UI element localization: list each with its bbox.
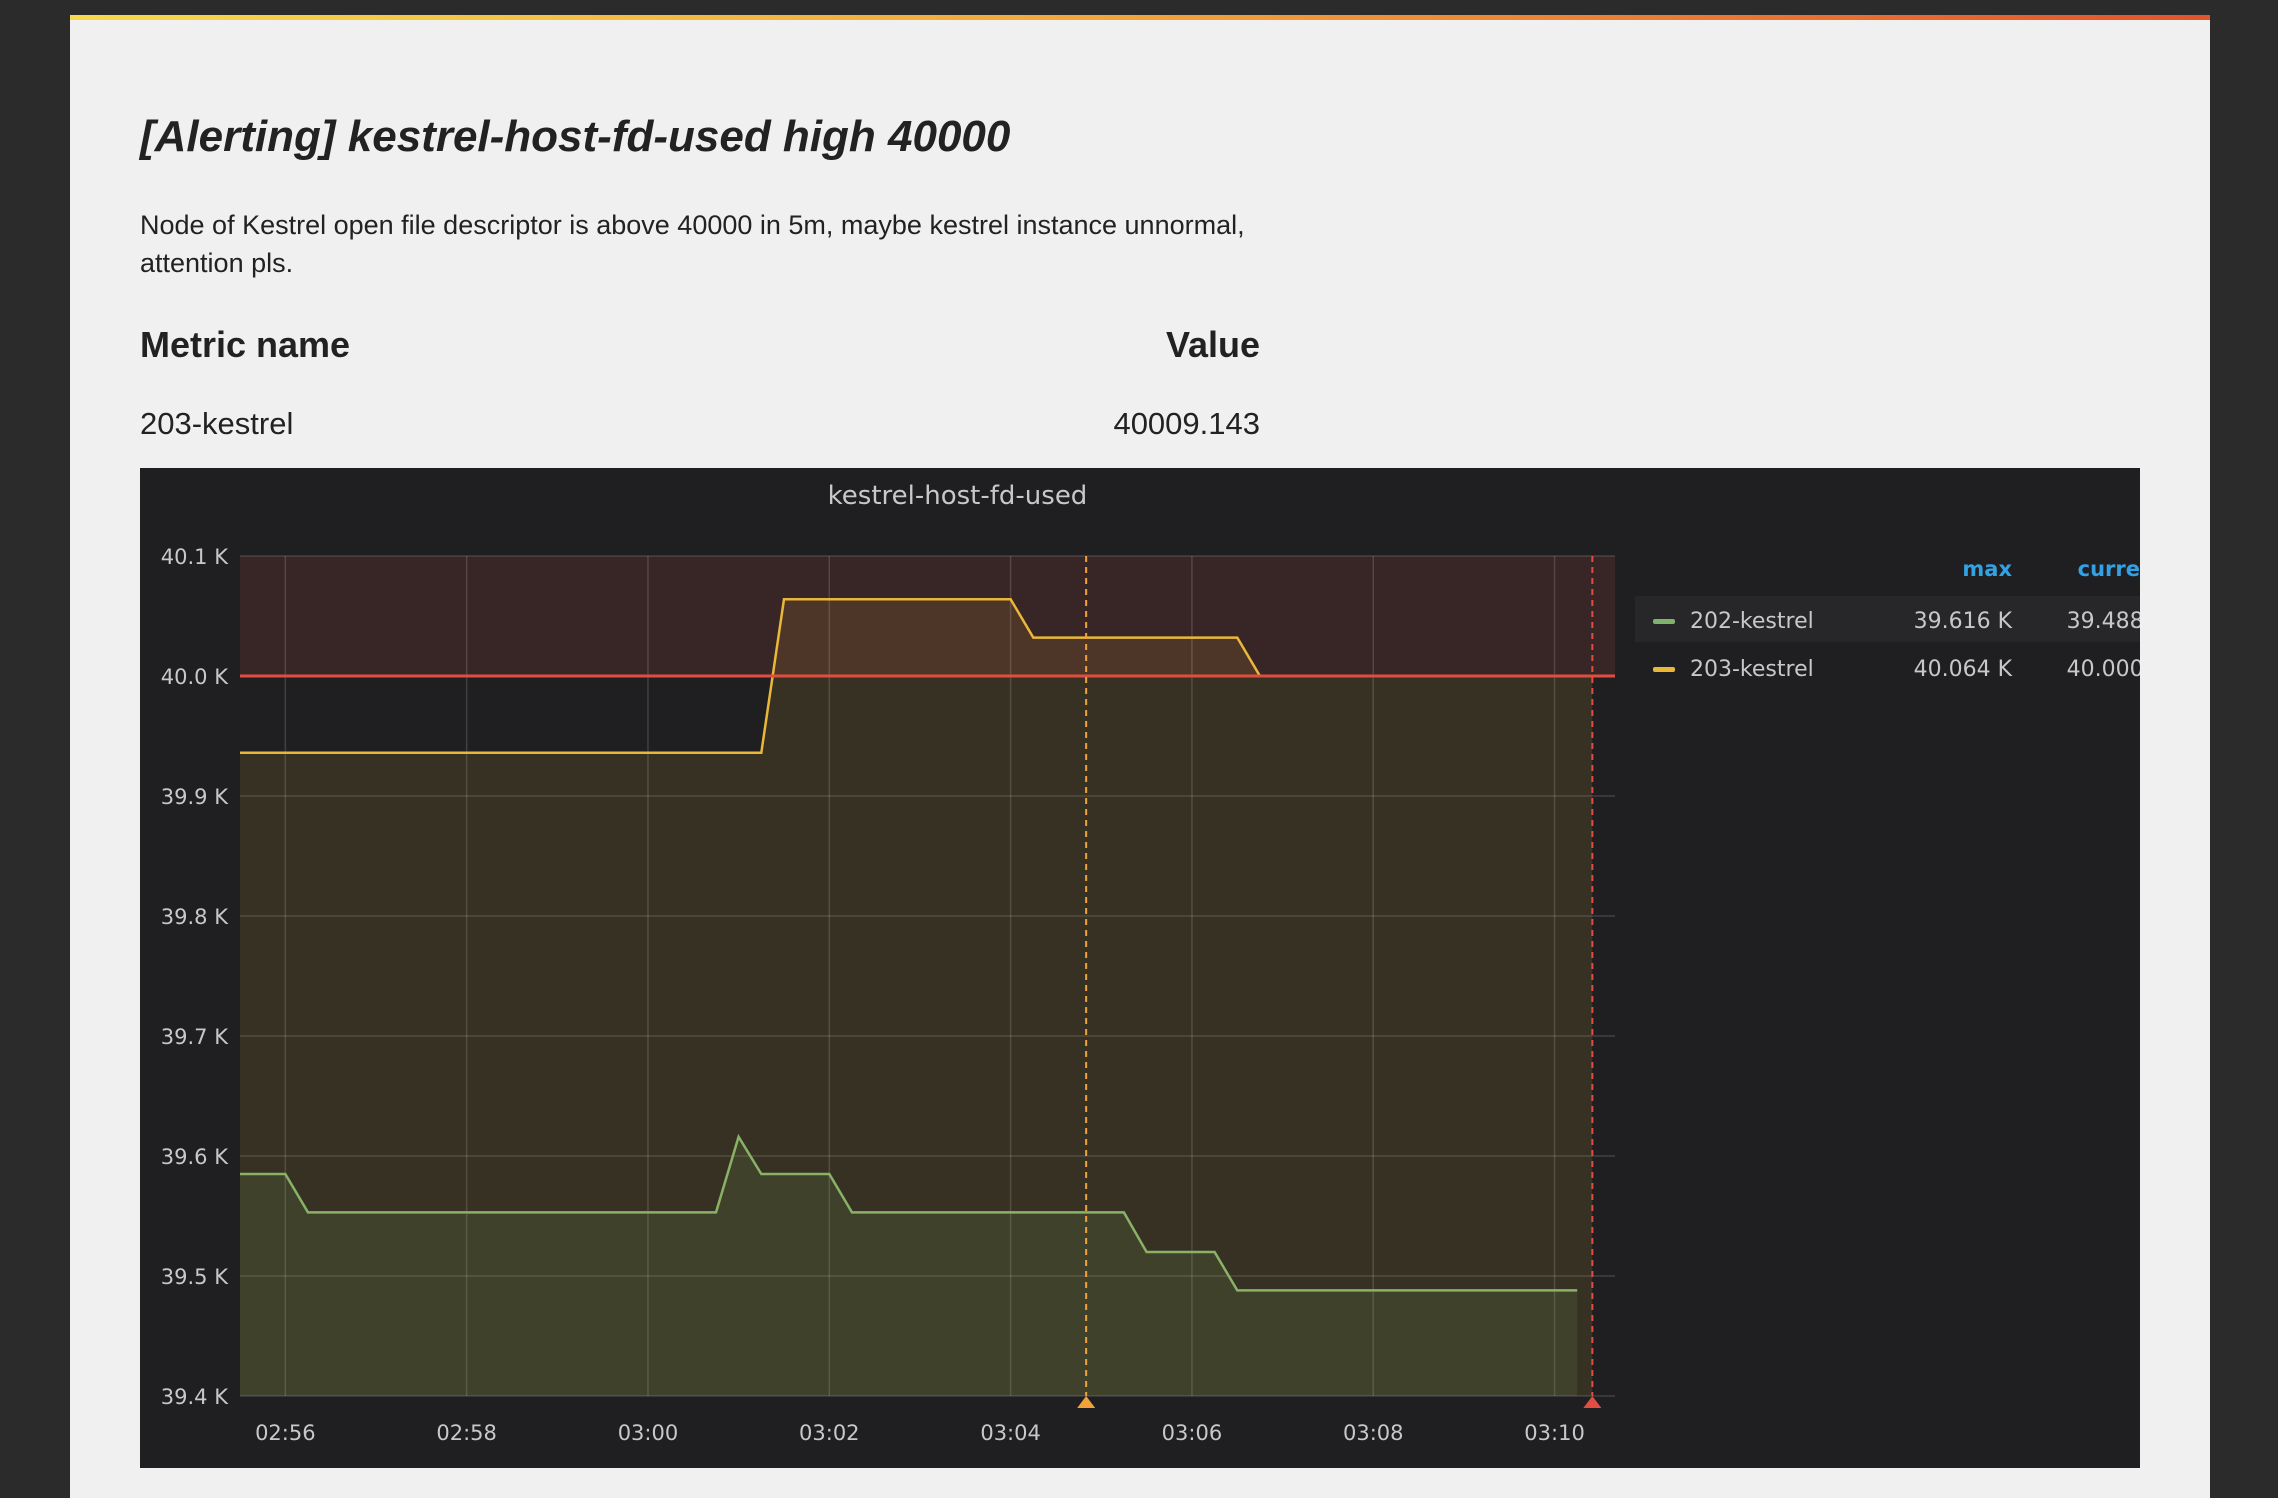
- x-tick-label: 02:56: [255, 1421, 316, 1445]
- fd-used-chart: kestrel-host-fd-used 39.4 K 39.5 K 39.6 K 39…: [161, 481, 2140, 1445]
- legend-swatch: [1653, 619, 1675, 624]
- legend-max-value: 40.064 K: [1914, 657, 2013, 682]
- x-tick-label: 03:06: [1162, 1421, 1223, 1445]
- x-tick-label: 03:08: [1343, 1421, 1404, 1445]
- legend-current-value: 40.000 K: [2067, 657, 2140, 682]
- alert-title: [Alerting] kestrel-host-fd-used high 400…: [140, 112, 1011, 161]
- x-tick-label: 03:04: [980, 1421, 1041, 1445]
- legend-current-value: 39.488 K: [2067, 609, 2140, 634]
- y-tick-label: 39.9 K: [161, 785, 229, 809]
- y-tick-label: 39.6 K: [161, 1145, 229, 1169]
- y-tick-label: 40.1 K: [161, 545, 229, 569]
- y-tick-label: 39.5 K: [161, 1265, 229, 1289]
- y-tick-label: 39.7 K: [161, 1025, 229, 1049]
- legend-series-name: 203-kestrel: [1690, 657, 1814, 682]
- legend-header-max: max: [1962, 557, 2012, 581]
- metric-value-header: Value: [1165, 324, 1260, 365]
- alert-card: [Alerting] kestrel-host-fd-used high 400…: [70, 20, 2210, 1498]
- legend-header-current: current: [2078, 557, 2140, 581]
- y-tick-label: 39.4 K: [161, 1385, 229, 1409]
- legend-max-value: 39.616 K: [1914, 609, 2013, 634]
- alert-message: Node of Kestrel open file descriptor is …: [140, 210, 1245, 278]
- metric-value-cell: 40009.143: [1113, 406, 1260, 441]
- metric-name-cell: 203-kestrel: [140, 406, 294, 441]
- metric-name-header: Metric name: [140, 324, 351, 365]
- legend-series-name: 202-kestrel: [1690, 609, 1814, 634]
- x-tick-label: 02:58: [436, 1421, 497, 1445]
- x-tick-label: 03:00: [618, 1421, 679, 1445]
- y-tick-label: 40.0 K: [161, 665, 229, 689]
- legend-swatch: [1653, 667, 1675, 672]
- series-area-203-kestrel: [240, 599, 1593, 1396]
- y-tick-label: 39.8 K: [161, 905, 229, 929]
- x-tick-label: 03:10: [1524, 1421, 1585, 1445]
- alert-annotation-marker: [1583, 1396, 1602, 1408]
- alert-annotation-marker: [1077, 1396, 1096, 1408]
- graph-panel: kestrel-host-fd-used 39.4 K 39.5 K 39.6 K 39…: [140, 468, 2140, 1468]
- x-tick-label: 03:02: [799, 1421, 860, 1445]
- chart-title: kestrel-host-fd-used: [828, 481, 1088, 511]
